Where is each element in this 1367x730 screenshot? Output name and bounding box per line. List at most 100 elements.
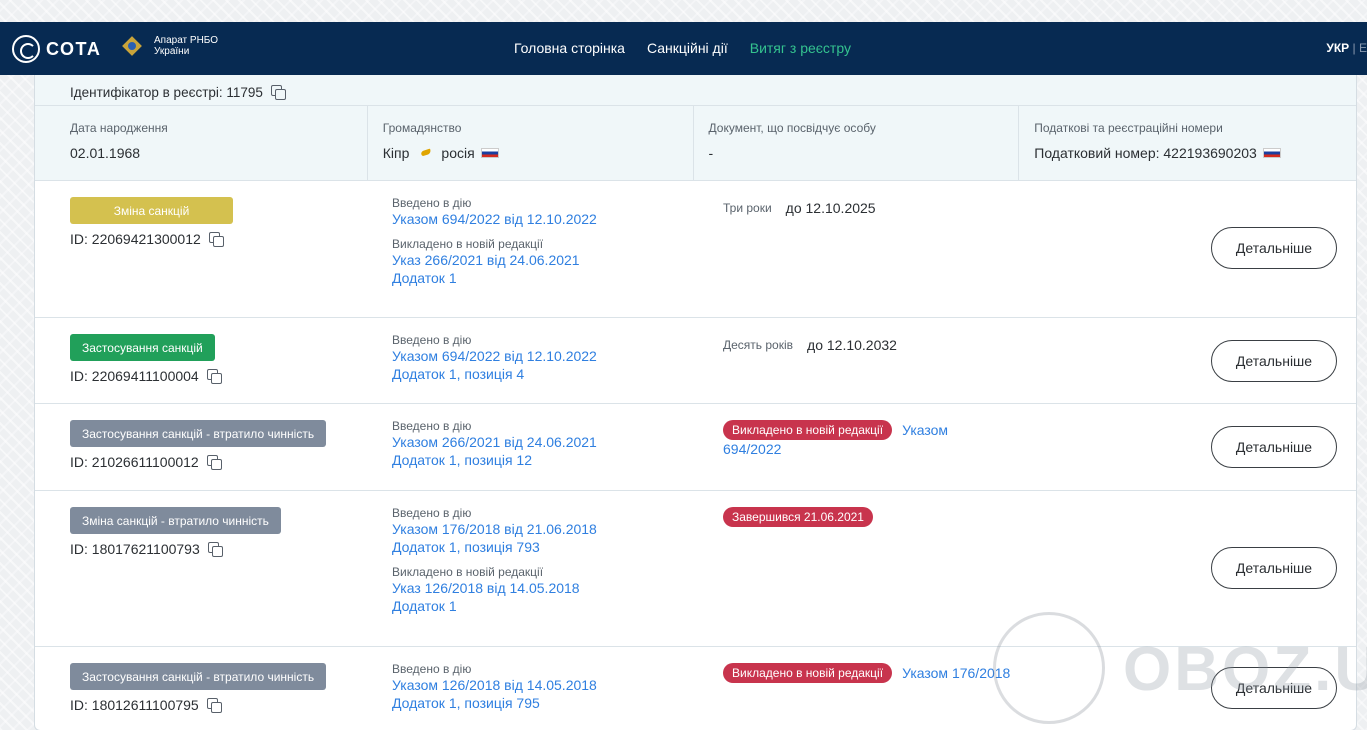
person-info-row: Дата народження 02.01.1968 Громадянство … xyxy=(35,106,1356,181)
main-nav: Головна сторінка Санкційні дії Витяг з р… xyxy=(514,40,873,56)
sota-logo-icon xyxy=(12,35,40,63)
intro-label: Введено в дію xyxy=(392,196,472,210)
record-card: Ідентифікатор в реєстрі: 11795 Дата наро… xyxy=(34,75,1357,730)
birth-date-value: 02.01.1968 xyxy=(70,145,141,161)
russia-flag-icon xyxy=(1262,148,1281,158)
tax-numbers-value: Податковий номер: 422193690203 xyxy=(1034,145,1356,161)
sota-logo[interactable]: СОТА xyxy=(12,35,101,63)
sanction-id: ID: 22069421300012 xyxy=(70,231,224,247)
rnbo-emblem-icon xyxy=(120,34,144,58)
decree-link[interactable]: Указом 694/2022 від 12.10.2022 xyxy=(392,347,597,365)
sanction-status: Завершився 21.06.2021 xyxy=(723,507,883,527)
rnbo-logo[interactable]: Апарат РНБО України xyxy=(120,34,218,58)
nav-sanction-actions[interactable]: Санкційні дії xyxy=(647,40,728,56)
intro-label: Введено в дію xyxy=(392,333,472,347)
sanction-type-badge: Зміна санкцій xyxy=(70,197,233,224)
copy-icon[interactable] xyxy=(206,455,222,470)
citizenship-cell: Громадянство Кіпр росія xyxy=(366,106,693,180)
tax-numbers-label: Податкові та реєстраційні номери xyxy=(1034,121,1223,135)
revision-label: Викладено в новій редакції xyxy=(392,565,544,579)
sanction-row: Зміна санкцій ID: 22069421300012 Введено… xyxy=(35,181,1356,318)
intro-label: Введено в дію xyxy=(392,506,472,520)
intro-label: Введено в дію xyxy=(392,662,472,676)
nav-home[interactable]: Головна сторінка xyxy=(514,40,625,56)
registry-id: Ідентифікатор в реєстрі: 11795 xyxy=(35,75,1356,106)
sanction-id: ID: 18012611100795 xyxy=(70,697,222,713)
term-label: Три роки xyxy=(723,201,772,215)
decree-link[interactable]: Указом 176/2018 від 21.06.2018 xyxy=(392,520,597,538)
citizenship-value: Кіпр росія xyxy=(383,145,693,161)
cyprus-flag-icon xyxy=(419,149,433,157)
copy-icon[interactable] xyxy=(207,542,223,557)
details-button[interactable]: Детальніше xyxy=(1211,340,1337,382)
nav-registry-extract[interactable]: Витяг з реєстру xyxy=(750,40,851,56)
details-button[interactable]: Детальніше xyxy=(1211,547,1337,589)
sanction-type-badge: Зміна санкцій - втратило чинність xyxy=(70,507,281,534)
sanction-row: Зміна санкцій - втратило чинність ID: 18… xyxy=(35,491,1356,647)
status-decree-link[interactable]: Указом xyxy=(902,421,948,439)
sanction-id: ID: 22069411100004 xyxy=(70,368,222,384)
details-button[interactable]: Детальніше xyxy=(1211,227,1337,269)
copy-icon[interactable] xyxy=(206,369,222,384)
decree-link[interactable]: Указом 126/2018 від 14.05.2018 xyxy=(392,676,597,694)
status-decree-link-number[interactable]: 694/2022 xyxy=(723,440,948,458)
annex-link[interactable]: Додаток 1 xyxy=(392,597,597,615)
russia-flag-icon xyxy=(480,148,499,158)
copy-icon[interactable] xyxy=(270,85,286,100)
tax-numbers-cell: Податкові та реєстраційні номери Податко… xyxy=(1018,106,1356,180)
revision-decree-link[interactable]: Указ 266/2021 від 24.06.2021 xyxy=(392,251,597,269)
status-badge: Завершився 21.06.2021 xyxy=(723,507,873,527)
decree-link[interactable]: Указом 694/2022 від 12.10.2022 xyxy=(392,210,597,228)
rnbo-text: Апарат РНБО України xyxy=(154,35,218,57)
sanction-term: Десять років до 12.10.2032 xyxy=(723,337,897,353)
birth-date-cell: Дата народження 02.01.1968 xyxy=(35,106,367,180)
copy-icon[interactable] xyxy=(206,698,222,713)
org-line-2: України xyxy=(154,46,190,57)
sanction-decree-info: Введено в дію Указом 176/2018 від 21.06.… xyxy=(392,506,597,615)
registry-id-text: Ідентифікатор в реєстрі: 11795 xyxy=(70,84,263,100)
sanction-row: Застосування санкцій ID: 22069411100004 … xyxy=(35,318,1356,404)
lang-ukr[interactable]: УКР xyxy=(1326,41,1349,55)
status-decree-link[interactable]: Указом 176/2018 xyxy=(902,664,1010,682)
sanction-term: Три роки до 12.10.2025 xyxy=(723,200,876,216)
sanction-row: Застосування санкцій - втратило чинність… xyxy=(35,647,1356,730)
logo-text: СОТА xyxy=(46,38,102,59)
revision-decree-link[interactable]: Указ 126/2018 від 14.05.2018 xyxy=(392,579,597,597)
decree-link[interactable]: Указом 266/2021 від 24.06.2021 xyxy=(392,433,597,451)
sanction-type-badge: Застосування санкцій xyxy=(70,334,215,361)
annex-position-link[interactable]: Додаток 1, позиція 12 xyxy=(392,451,597,469)
top-navigation-bar: СОТА Апарат РНБО України Головна сторінк… xyxy=(0,22,1367,75)
citizenship-russia: росія xyxy=(441,145,475,161)
sanction-status: Викладено в новій редакції Указом 176/20… xyxy=(723,663,1010,683)
identity-document-value: - xyxy=(708,145,714,161)
sanction-decree-info: Введено в дію Указом 694/2022 від 12.10.… xyxy=(392,333,597,383)
sanction-decree-info: Введено в дію Указом 126/2018 від 14.05.… xyxy=(392,662,597,712)
sanction-decree-info: Введено в дію Указом 694/2022 від 12.10.… xyxy=(392,196,597,287)
annex-position-link[interactable]: Додаток 1, позиція 793 xyxy=(392,538,597,556)
identity-document-cell: Документ, що посвідчує особу - xyxy=(692,106,1019,180)
citizenship-label: Громадянство xyxy=(382,121,462,135)
annex-position-link[interactable]: Додаток 1, позиція 4 xyxy=(392,365,597,383)
sanction-id-text: ID: 22069421300012 xyxy=(70,231,201,247)
sanction-type-badge: Застосування санкцій - втратило чинність xyxy=(70,663,327,690)
annex-link[interactable]: Додаток 1 xyxy=(392,269,597,287)
sanction-type-badge: Застосування санкцій - втратило чинність xyxy=(70,420,327,447)
citizenship-cyprus: Кіпр xyxy=(382,145,410,161)
sanction-id-text: ID: 21026611100012 xyxy=(70,454,199,470)
copy-icon[interactable] xyxy=(208,232,224,247)
details-button[interactable]: Детальніше xyxy=(1211,667,1337,709)
annex-position-link[interactable]: Додаток 1, позиція 795 xyxy=(392,694,597,712)
language-switcher: УКР | E xyxy=(1326,41,1367,55)
sanction-id: ID: 18017621100793 xyxy=(70,541,223,557)
sanction-id: ID: 21026611100012 xyxy=(70,454,222,470)
tax-number: Податковий номер: 422193690203 xyxy=(1034,145,1257,161)
sanction-id-text: ID: 22069411100004 xyxy=(70,368,199,384)
term-until: до 12.10.2032 xyxy=(807,337,897,353)
revision-label: Викладено в новій редакції xyxy=(392,237,544,251)
details-button[interactable]: Детальніше xyxy=(1211,426,1337,468)
lang-eng[interactable]: E xyxy=(1359,41,1367,55)
status-badge: Викладено в новій редакції xyxy=(723,420,893,440)
sanction-id-text: ID: 18017621100793 xyxy=(70,541,200,557)
org-line-1: Апарат РНБО xyxy=(154,35,219,46)
term-until: до 12.10.2025 xyxy=(785,200,876,216)
